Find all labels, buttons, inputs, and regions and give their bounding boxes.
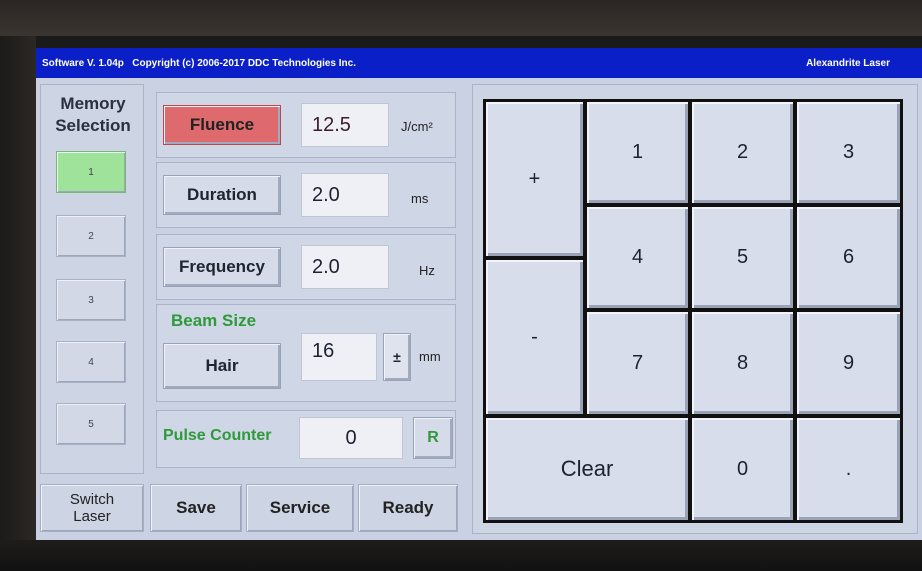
duration-row: Duration 2.0 ms	[156, 162, 456, 228]
copyright-text: Copyright (c) 2006-2017 DDC Technologies…	[132, 57, 356, 69]
key-7[interactable]: 7	[587, 312, 688, 414]
switch-laser-line2: Laser	[73, 508, 111, 525]
beam-size-label: Beam Size	[171, 311, 257, 330]
key-6[interactable]: 6	[797, 207, 900, 308]
key-decimal[interactable]: .	[797, 418, 900, 520]
duration-button[interactable]: Duration	[163, 175, 281, 215]
frequency-row: Frequency 2.0 Hz	[156, 234, 456, 300]
key-9[interactable]: 9	[797, 312, 900, 414]
save-button[interactable]: Save	[150, 484, 242, 532]
pulse-counter-row: Pulse Counter 0 R	[156, 410, 456, 468]
key-5[interactable]: 5	[692, 207, 793, 308]
pulse-counter-value: 0	[299, 417, 403, 459]
key-0[interactable]: 0	[692, 418, 793, 520]
duration-unit: ms	[411, 191, 429, 206]
beam-mode-button[interactable]: Hair	[163, 343, 281, 389]
frequency-value[interactable]: 2.0	[301, 245, 389, 289]
touch-screen: Software V. 1.04p Copyright (c) 2006-201…	[36, 48, 922, 540]
memory-selection-title: Memory Selection	[41, 93, 145, 137]
software-version: Software V. 1.04p	[42, 57, 124, 69]
pulse-counter-label: Pulse Counter	[163, 427, 272, 444]
beam-size-value[interactable]: 16	[301, 333, 377, 381]
pulse-counter-reset-button[interactable]: R	[413, 417, 453, 459]
fluence-button[interactable]: Fluence	[163, 105, 281, 145]
fluence-unit: J/cm²	[401, 119, 433, 134]
memory-title-line2: Selection	[55, 116, 131, 135]
numeric-keypad: + - 1 2 3 4 5 6 7 8 9 Clear 0 .	[483, 99, 903, 523]
monitor-bezel-bottom	[0, 540, 922, 571]
key-1[interactable]: 1	[587, 102, 688, 203]
title-bar: Software V. 1.04p Copyright (c) 2006-201…	[36, 48, 922, 78]
service-button[interactable]: Service	[246, 484, 354, 532]
title-left: Software V. 1.04p Copyright (c) 2006-201…	[42, 58, 806, 69]
switch-laser-line1: Switch	[69, 491, 115, 508]
frequency-unit: Hz	[419, 263, 435, 278]
memory-slot-4[interactable]: 4	[56, 341, 126, 383]
duration-value[interactable]: 2.0	[301, 173, 389, 217]
switch-laser-button[interactable]: Switch Laser	[40, 484, 144, 532]
fluence-value[interactable]: 12.5	[301, 103, 389, 147]
frequency-button[interactable]: Frequency	[163, 247, 281, 287]
key-clear[interactable]: Clear	[486, 418, 688, 520]
key-4[interactable]: 4	[587, 207, 688, 308]
memory-selection-panel: Memory Selection 1 2 3 4 5	[40, 84, 144, 474]
laser-type: Alexandrite Laser	[806, 57, 890, 69]
memory-title-line1: Memory	[60, 94, 126, 113]
memory-slot-1[interactable]: 1	[56, 151, 126, 193]
fluence-row: Fluence 12.5 J/cm²	[156, 92, 456, 158]
memory-slot-2[interactable]: 2	[56, 215, 126, 257]
memory-slot-3[interactable]: 3	[56, 279, 126, 321]
key-8[interactable]: 8	[692, 312, 793, 414]
beam-size-row: Beam Size Hair 16 ± mm	[156, 304, 456, 402]
beam-size-unit: mm	[419, 349, 441, 364]
key-3[interactable]: 3	[797, 102, 900, 203]
memory-slot-5[interactable]: 5	[56, 403, 126, 445]
key-plus[interactable]: +	[486, 102, 583, 256]
key-minus[interactable]: -	[486, 260, 583, 414]
key-2[interactable]: 2	[692, 102, 793, 203]
monitor-bezel-top	[0, 0, 922, 36]
beam-size-toggle-button[interactable]: ±	[383, 333, 411, 381]
ready-button[interactable]: Ready	[358, 484, 458, 532]
monitor-bezel-left	[0, 36, 36, 540]
keypad-panel: + - 1 2 3 4 5 6 7 8 9 Clear 0 .	[472, 84, 918, 534]
